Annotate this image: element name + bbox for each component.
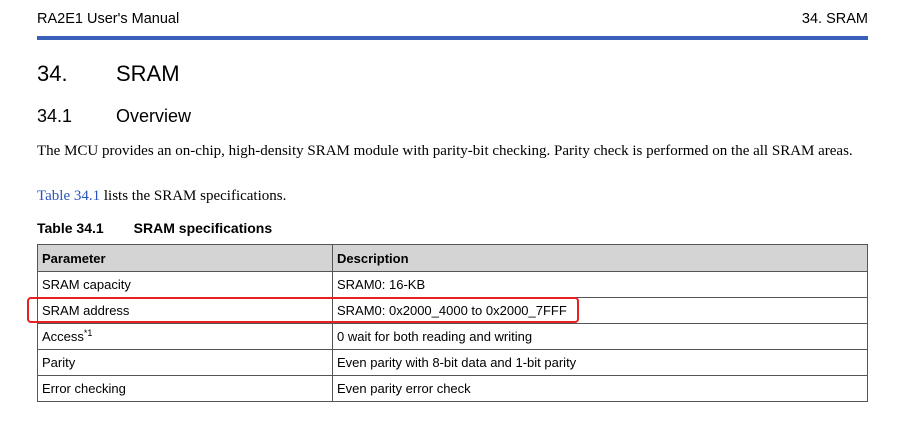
description-cell: 0 wait for both reading and writing bbox=[332, 323, 868, 350]
column-header-description: Description bbox=[332, 244, 868, 272]
header-rule bbox=[37, 36, 868, 40]
table-row: Error checking Even parity error check bbox=[37, 375, 868, 402]
table-caption: Table 34.1 SRAM specifications bbox=[37, 220, 272, 236]
table-reference-text: lists the SRAM specifications. bbox=[100, 188, 287, 204]
table-caption-title: SRAM specifications bbox=[133, 220, 273, 236]
section-number: 34.1 bbox=[37, 106, 73, 126]
parameter-cell: Access*1 bbox=[37, 323, 333, 350]
description-cell: Even parity with 8-bit data and 1-bit pa… bbox=[332, 349, 868, 376]
table-34-1-link[interactable]: Table 34.1 bbox=[37, 188, 100, 204]
parameter-cell: SRAM capacity bbox=[37, 271, 333, 298]
description-cell: Even parity error check bbox=[332, 375, 868, 402]
section-title: Overview bbox=[116, 106, 192, 126]
table-row: SRAM capacity SRAM0: 16-KB bbox=[37, 271, 868, 298]
table-caption-number: Table 34.1 bbox=[37, 220, 104, 236]
parameter-name: Parity bbox=[42, 355, 76, 370]
parameter-name: Error checking bbox=[42, 381, 126, 396]
chapter-number: 34. bbox=[37, 61, 68, 86]
table-reference-paragraph: Table 34.1 lists the SRAM specifications… bbox=[37, 186, 872, 206]
chapter-title: SRAM bbox=[116, 61, 180, 86]
manual-title: RA2E1 User's Manual bbox=[37, 11, 180, 27]
overview-paragraph: The MCU provides an on-chip, high-densit… bbox=[37, 143, 853, 159]
parameter-cell: Parity bbox=[37, 349, 333, 376]
table-row: Access*1 0 wait for both reading and wri… bbox=[37, 323, 868, 350]
sram-spec-table: Parameter Description SRAM capacity SRAM… bbox=[37, 244, 868, 402]
sram-address-highlight-box bbox=[27, 297, 579, 323]
column-header-parameter: Parameter bbox=[37, 244, 333, 272]
parameter-name: Access bbox=[42, 329, 84, 344]
parameter-name: SRAM capacity bbox=[42, 277, 131, 292]
description-cell: SRAM0: 16-KB bbox=[332, 271, 868, 298]
page-header: RA2E1 User's Manual 34. SRAM bbox=[37, 11, 868, 31]
section-reference: 34. SRAM bbox=[801, 11, 868, 27]
parameter-cell: Error checking bbox=[37, 375, 333, 402]
table-header-row: Parameter Description bbox=[37, 244, 868, 272]
table-row: Parity Even parity with 8-bit data and 1… bbox=[37, 349, 868, 376]
footnote-marker: *1 bbox=[83, 328, 93, 338]
